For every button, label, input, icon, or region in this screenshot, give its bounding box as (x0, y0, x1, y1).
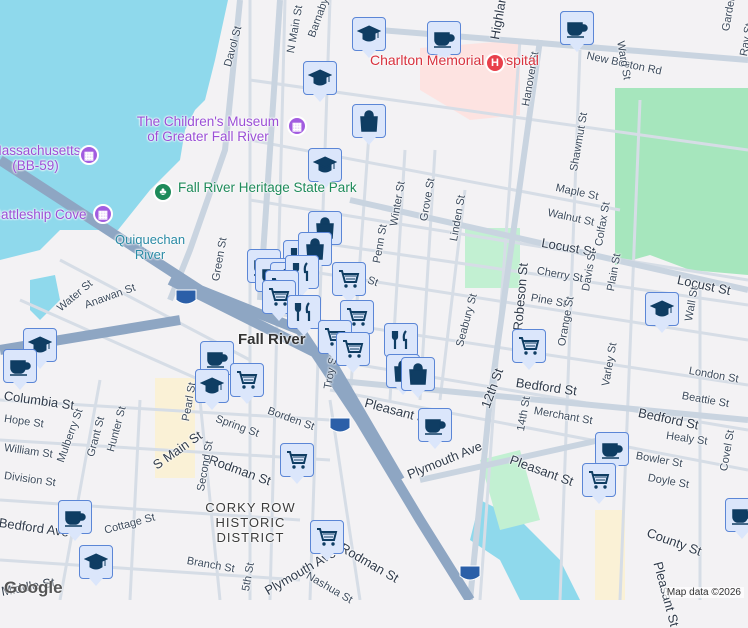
cafe-marker[interactable] (595, 432, 629, 473)
museum-icon[interactable]: ▦ (93, 204, 113, 224)
education-icon (313, 156, 337, 173)
cafe-marker[interactable] (427, 21, 461, 62)
google-logo: Google (4, 578, 63, 597)
cart-marker[interactable] (310, 520, 344, 561)
education-icon (200, 377, 224, 394)
cart-marker[interactable] (332, 262, 366, 303)
shopping-icon (360, 110, 378, 132)
restaurant-marker[interactable] (384, 323, 418, 364)
education-icon (357, 25, 381, 42)
poi-massachusetts-bb59[interactable]: Massachusetts (BB-59) (0, 143, 83, 173)
education-marker[interactable] (308, 148, 342, 189)
cart-marker[interactable] (512, 329, 546, 370)
hospital-icon[interactable]: H (485, 53, 505, 73)
cafe-marker[interactable] (58, 500, 92, 541)
museum-icon[interactable]: ▦ (287, 116, 307, 136)
cafe-icon (425, 419, 446, 435)
cafe-marker[interactable] (725, 498, 748, 539)
cafe-icon (207, 352, 228, 368)
education-marker[interactable] (645, 292, 679, 333)
cafe-icon (567, 22, 588, 38)
cart-marker[interactable] (230, 363, 264, 404)
map-attribution[interactable]: Map data ©2026 (663, 587, 744, 598)
poi-battleship-cove[interactable]: Battleship Cove (0, 207, 92, 222)
education-marker[interactable] (352, 17, 386, 58)
cart-marker[interactable] (336, 332, 370, 373)
cafe-icon (434, 32, 455, 48)
cafe-marker[interactable] (560, 11, 594, 52)
cafe-marker[interactable] (3, 349, 37, 390)
cart-icon (519, 337, 540, 355)
shopping-marker[interactable] (401, 357, 435, 398)
tree-icon[interactable]: ♣ (153, 182, 173, 202)
education-icon (650, 300, 674, 317)
cart-icon (343, 340, 364, 358)
shopping-marker[interactable] (352, 104, 386, 145)
cart-icon (589, 471, 610, 489)
hospital-label[interactable]: Charlton Memorial Hospital (370, 52, 539, 68)
cafe-marker[interactable] (418, 408, 452, 449)
cart-icon (317, 528, 338, 546)
museum-icon[interactable]: ▦ (79, 145, 99, 165)
cart-icon (287, 451, 308, 469)
restaurant-icon (294, 302, 311, 321)
cart-marker[interactable] (582, 463, 616, 504)
restaurant-marker[interactable] (287, 295, 321, 336)
restaurant-icon (391, 330, 408, 349)
water-pond (30, 275, 60, 320)
education-icon (84, 553, 108, 570)
district-label: CORKY ROW HISTORIC DISTRICT (205, 500, 296, 545)
cafe-icon (65, 511, 86, 527)
cart-icon (339, 270, 360, 288)
park-label[interactable]: Fall River Heritage State Park (178, 180, 357, 195)
poi-childrens-museum[interactable]: The Children's Museum of Greater Fall Ri… (133, 114, 283, 144)
education-icon (308, 69, 332, 86)
cafe-icon (732, 509, 748, 525)
river-label: Quiquechan River (115, 232, 186, 262)
education-marker[interactable] (79, 545, 113, 586)
cafe-icon (10, 360, 31, 376)
cafe-icon (602, 443, 623, 459)
shopping-icon (409, 363, 427, 385)
cart-icon (237, 371, 258, 389)
cart-marker[interactable] (280, 443, 314, 484)
education-marker[interactable] (303, 61, 337, 102)
education-marker[interactable] (195, 369, 229, 410)
city-label: Fall River (238, 331, 306, 348)
